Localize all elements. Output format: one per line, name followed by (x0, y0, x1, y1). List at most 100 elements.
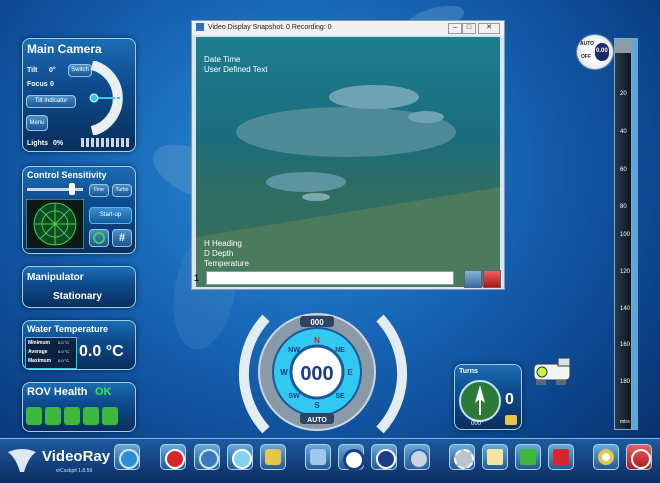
depth-tick-label: 40 (620, 129, 627, 135)
compass-southeast: SE (335, 393, 345, 400)
turns-title: Turns (459, 368, 478, 375)
tilt-arc-icon[interactable] (78, 61, 136, 135)
video-feed-image (196, 85, 500, 287)
turns-panel: Turns 0 000° (454, 364, 522, 430)
compass-heading: 000 (300, 363, 333, 385)
stop-button[interactable] (160, 444, 186, 470)
tilt-value: 0° (49, 67, 56, 74)
turns-dial-icon (459, 380, 501, 422)
battery-status-icon[interactable] (26, 407, 42, 425)
document-button[interactable] (482, 444, 508, 470)
main-camera-title: Main Camera (27, 42, 102, 56)
rov-view-icon (232, 449, 252, 469)
sonar-icon (409, 449, 429, 469)
power-plug-icon[interactable] (45, 407, 61, 425)
video-app-icon (196, 23, 204, 32)
compass-southwest: SW (288, 393, 300, 400)
channel-number: 1 (194, 273, 200, 283)
depth-tick-label: 20 (620, 91, 627, 97)
camera-ring-icon (93, 232, 105, 244)
manipulator-status: Stationary (53, 291, 102, 302)
lock-button[interactable] (260, 444, 286, 470)
compass-top-value: 000 (310, 318, 324, 327)
water-temperature-panel: Water Temperature Minimum 0.0 °C Average… (22, 320, 136, 370)
video-title-bar: Video Display Snapshot: 0 Recording: 0 –… (192, 21, 504, 35)
clock-button[interactable] (371, 444, 397, 470)
document-icon (487, 449, 503, 465)
auto-depth-toggle[interactable]: AUTO OFF 0.00 (576, 34, 614, 70)
power-button[interactable] (626, 444, 652, 470)
gauge-icon (199, 449, 219, 469)
depth-marker[interactable] (614, 39, 632, 53)
compass-north: N (314, 336, 320, 345)
auto-depth-label: AUTO (580, 41, 595, 47)
tools-cross-icon (553, 449, 569, 465)
thermometer-icon[interactable] (102, 407, 118, 425)
tools-button[interactable] (305, 444, 331, 470)
temp-min-label: Minimum (28, 340, 50, 346)
rov-vehicle-icon (533, 357, 571, 385)
sensitivity-slider-handle[interactable] (69, 183, 75, 195)
manipulator-panel: Manipulator Stationary (22, 266, 136, 308)
snapshot-button[interactable] (464, 270, 482, 288)
compass-auto-label[interactable]: AUTO (307, 417, 327, 424)
auto-depth-off-label: OFF (581, 54, 591, 60)
lights-level-bar[interactable] (81, 138, 131, 147)
temp-min-value: 0.0 °C (58, 340, 70, 345)
temp-avg-value: 0.0 °C (58, 349, 70, 354)
close-icon[interactable]: ✕ (478, 23, 500, 34)
overlay-heading: H Heading (204, 239, 242, 248)
turbo-button[interactable]: Turbo (112, 184, 132, 197)
tilt-label: Tilt (27, 67, 38, 74)
depth-readout-value: 0.00 (596, 48, 608, 54)
circuit-board-icon (520, 449, 536, 465)
help-button[interactable] (593, 444, 619, 470)
compass-gauge: 000 AUTO 000 N NE E SE S SW W NW (238, 313, 408, 434)
lights-value: 0% (53, 140, 64, 147)
fine-button[interactable]: Fine (89, 184, 109, 197)
depth-tick-label: 100 (620, 232, 631, 238)
grid-toggle-button[interactable]: # (112, 229, 132, 247)
version-label: vrCockpit 1.8.59 (56, 468, 93, 474)
rov-view-button[interactable] (227, 444, 253, 470)
overlay-date-time: Date Time (204, 55, 241, 64)
video-feed[interactable]: Date Time User Defined Text H Heading D … (196, 37, 500, 287)
tilt-indicator-button[interactable]: Tilt Indicator (26, 95, 76, 108)
diagnostics-button[interactable] (548, 444, 574, 470)
menu-button[interactable]: Menu (26, 115, 48, 131)
eye-button[interactable] (338, 444, 365, 471)
lock-icon (265, 449, 281, 465)
hardware-button[interactable] (515, 444, 541, 470)
depth-tick-label: 120 (620, 269, 631, 275)
temperature-stats-box: Minimum 0.0 °C Average 0.0 °C Maximum 0.… (25, 337, 77, 369)
signal-icon[interactable] (64, 407, 80, 425)
compass-northeast: NE (335, 347, 345, 354)
main-camera-panel: Main Camera Tilt 0° Focus 0 Switch Tilt … (22, 38, 136, 152)
video-display-window: Video Display Snapshot: 0 Recording: 0 –… (191, 20, 505, 290)
sonar-button[interactable] (404, 444, 430, 470)
brand-name: VideoRay (42, 448, 111, 465)
focus-value: 0 (50, 81, 54, 88)
gauge-button[interactable] (194, 444, 220, 470)
turns-value: 0 (505, 391, 514, 408)
depth-scale-strip (632, 38, 638, 430)
settings-button[interactable] (449, 444, 475, 470)
maximize-icon[interactable]: □ (462, 23, 476, 34)
no-entry-icon (165, 449, 185, 469)
minimize-icon[interactable]: – (448, 23, 462, 34)
turns-reset-button[interactable] (505, 415, 517, 425)
depth-gauge-bar[interactable]: 20 40 60 80 100 120 140 160 180 mtrs (614, 38, 632, 430)
video-text-input[interactable] (206, 271, 454, 285)
camera-control-button[interactable] (89, 229, 109, 247)
leak-drop-icon[interactable] (83, 407, 99, 425)
joystick-radar-icon (26, 199, 84, 249)
lights-label: Lights (27, 140, 48, 147)
temp-max-label: Maximum (28, 358, 52, 364)
startup-button[interactable]: Start-up (89, 207, 132, 224)
manta-ray-icon (8, 449, 36, 472)
control-sensitivity-panel: Control Sensitivity Fine Turbo Start-up … (22, 166, 136, 254)
record-button[interactable] (483, 270, 501, 288)
globe-button[interactable] (114, 444, 140, 470)
compass-northwest: NW (288, 347, 300, 354)
current-temperature: 0.0 °C (79, 343, 124, 360)
